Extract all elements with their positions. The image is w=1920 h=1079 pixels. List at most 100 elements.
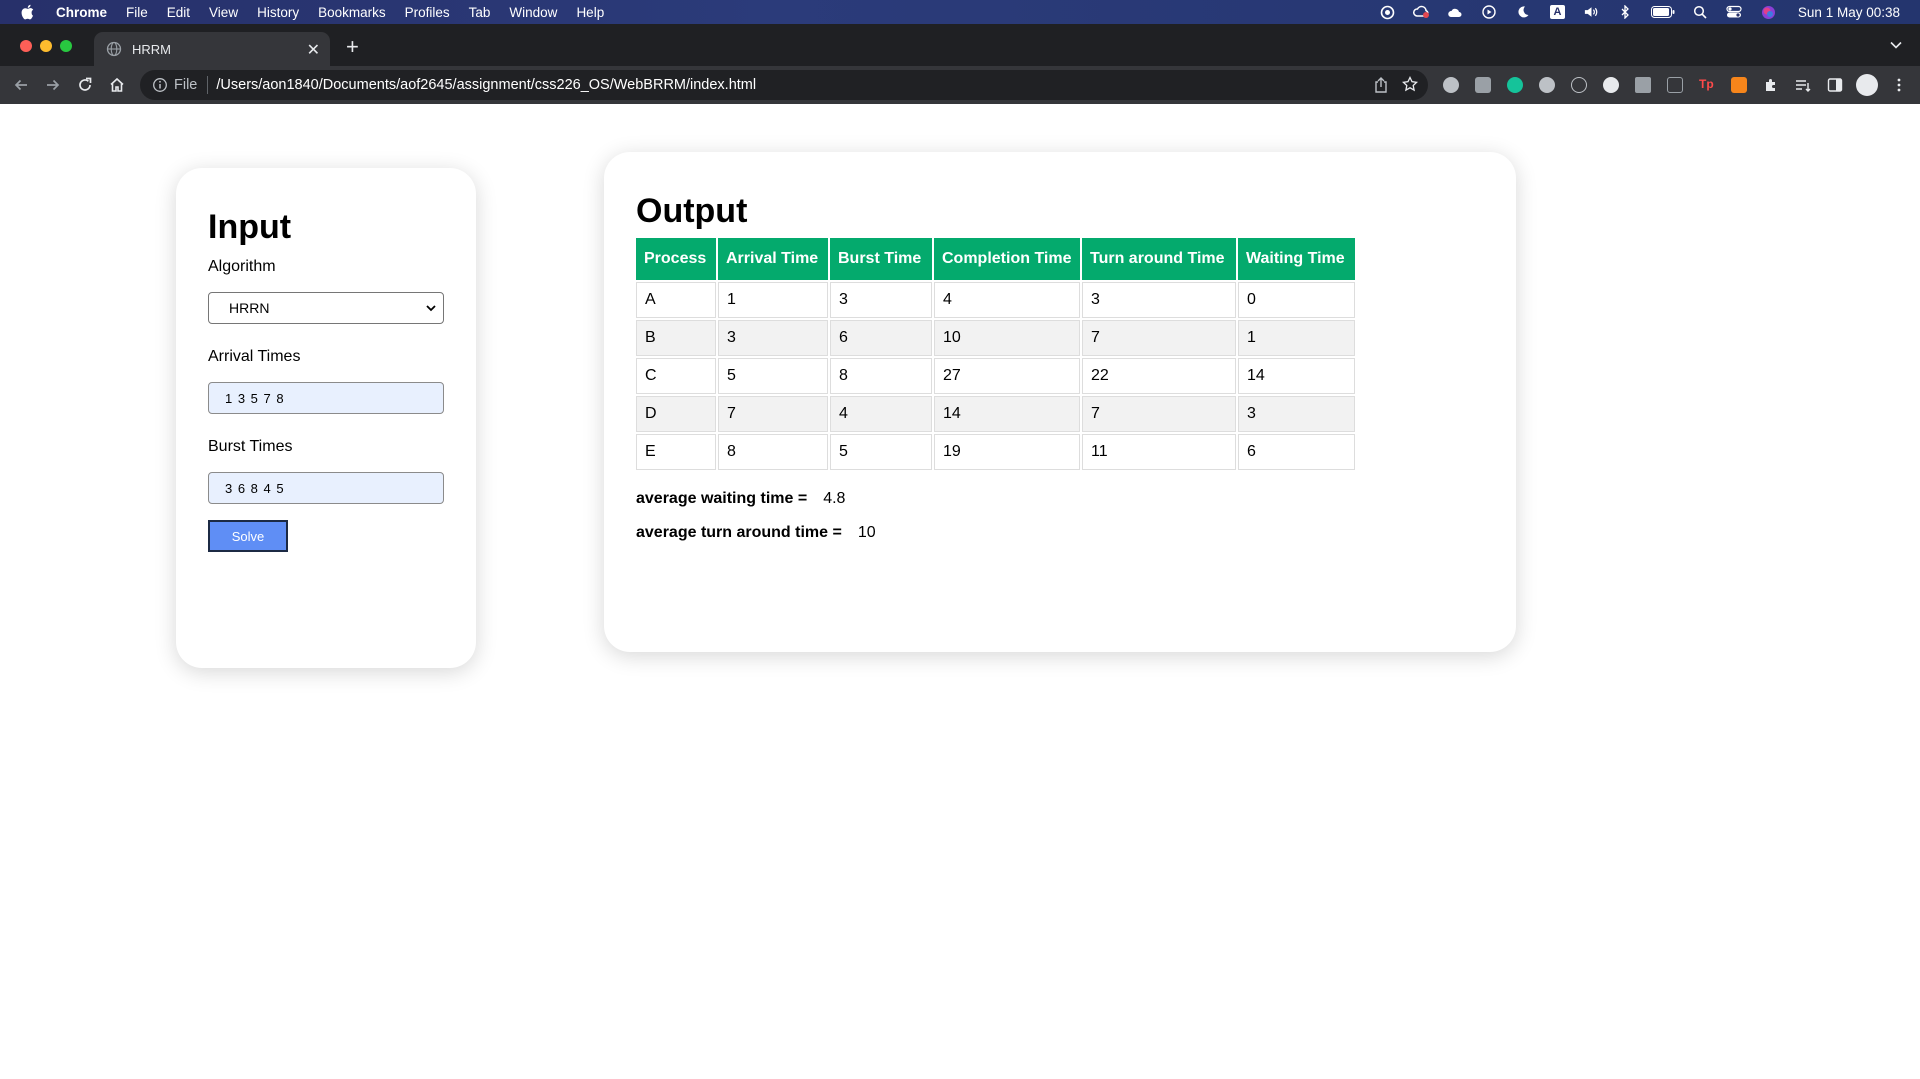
divider: [207, 76, 209, 94]
tab-title: HRRM: [132, 41, 171, 57]
table-header-row: Process Arrival Time Burst Time Completi…: [636, 238, 1355, 280]
solve-button[interactable]: Solve: [208, 520, 288, 552]
table-cell: 27: [934, 358, 1080, 394]
reading-list-icon[interactable]: [1795, 77, 1811, 93]
average-turnaround-value: 10: [857, 524, 876, 541]
siri-icon[interactable]: [1760, 5, 1777, 19]
bluetooth-icon[interactable]: [1617, 5, 1634, 19]
burst-times-label: Burst Times: [208, 438, 293, 455]
window-zoom-button[interactable]: [60, 40, 72, 52]
menu-bookmarks[interactable]: Bookmarks: [318, 5, 386, 20]
extension-icon[interactable]: [1539, 77, 1555, 93]
input-source-icon[interactable]: A: [1549, 5, 1566, 19]
table-row: B 3 6 10 7 1: [636, 320, 1355, 356]
column-header: Process: [636, 238, 716, 280]
table-row: C 5 8 27 22 14: [636, 358, 1355, 394]
menu-profiles[interactable]: Profiles: [405, 5, 450, 20]
column-header: Waiting Time: [1238, 238, 1355, 280]
table-cell: D: [636, 396, 716, 432]
moon-icon[interactable]: [1515, 5, 1532, 19]
side-panel-icon[interactable]: [1827, 77, 1843, 93]
table-cell: 11: [1082, 434, 1236, 470]
info-icon[interactable]: [152, 77, 168, 93]
column-header: Burst Time: [830, 238, 932, 280]
menu-window[interactable]: Window: [509, 5, 557, 20]
menu-help[interactable]: Help: [576, 5, 604, 20]
menubar-clock[interactable]: Sun 1 May 00:38: [1798, 5, 1900, 20]
table-cell: 3: [1238, 396, 1355, 432]
tp-extension-icon[interactable]: Tp: [1699, 77, 1717, 93]
menu-tab[interactable]: Tab: [469, 5, 491, 20]
window-close-button[interactable]: [20, 40, 32, 52]
table-cell: 14: [934, 396, 1080, 432]
extension-icon[interactable]: [1443, 77, 1459, 93]
chevron-down-icon: [425, 301, 437, 317]
table-row: E 8 5 19 11 6: [636, 434, 1355, 470]
control-center-icon[interactable]: [1726, 5, 1743, 19]
table-cell: 5: [718, 358, 828, 394]
menu-file[interactable]: File: [126, 5, 148, 20]
home-icon[interactable]: [107, 75, 127, 95]
table-cell: 8: [718, 434, 828, 470]
results-table: Process Arrival Time Burst Time Completi…: [634, 236, 1357, 472]
average-waiting-label: average waiting time =: [636, 490, 808, 507]
window-extension-icon[interactable]: [1667, 77, 1683, 93]
table-cell: 1: [1238, 320, 1355, 356]
table-row: D 7 4 14 7 3: [636, 396, 1355, 432]
weather-icon[interactable]: [1447, 5, 1464, 19]
share-icon[interactable]: [1374, 77, 1388, 97]
volume-icon[interactable]: [1583, 5, 1600, 19]
play-icon[interactable]: [1481, 5, 1498, 19]
macos-menu-bar: Chrome File Edit View History Bookmarks …: [0, 0, 1920, 24]
address-bar[interactable]: File /Users/aon1840/Documents/aof2645/as…: [140, 70, 1428, 100]
metamask-icon[interactable]: [1731, 77, 1747, 93]
table-cell: 0: [1238, 282, 1355, 318]
new-tab-button[interactable]: +: [346, 36, 359, 58]
average-turnaround-time: average turn around time = 10: [636, 524, 1484, 542]
burst-times-input[interactable]: 3 6 8 4 5: [208, 472, 444, 504]
menu-view[interactable]: View: [209, 5, 238, 20]
page-content: Input Algorithm HRRN Arrival Times 1 3 5…: [0, 104, 1920, 1079]
forward-arrow-icon[interactable]: [43, 75, 63, 95]
chevron-down-icon[interactable]: [1890, 36, 1902, 52]
table-cell: 10: [934, 320, 1080, 356]
url-text[interactable]: /Users/aon1840/Documents/aof2645/assignm…: [216, 77, 756, 93]
back-arrow-icon[interactable]: [11, 75, 31, 95]
kebab-menu-icon[interactable]: [1891, 77, 1907, 93]
average-turnaround-label: average turn around time =: [636, 524, 842, 541]
bookmark-star-icon[interactable]: [1401, 75, 1419, 96]
spotlight-icon[interactable]: [1692, 5, 1709, 19]
output-card: Output Process Arrival Time Burst Time C…: [604, 152, 1516, 652]
apple-icon[interactable]: [20, 4, 36, 20]
focus-icon[interactable]: [1379, 5, 1396, 19]
browser-tab[interactable]: HRRM ✕: [94, 32, 330, 66]
table-row: A 1 3 4 3 0: [636, 282, 1355, 318]
window-minimize-button[interactable]: [40, 40, 52, 52]
battery-icon[interactable]: [1650, 5, 1675, 19]
profile-avatar[interactable]: [1856, 74, 1878, 96]
table-cell: 3: [718, 320, 828, 356]
table-cell: E: [636, 434, 716, 470]
table-cell: 6: [830, 320, 932, 356]
grammarly-icon[interactable]: [1507, 77, 1523, 93]
arrival-times-input[interactable]: 1 3 5 7 8: [208, 382, 444, 414]
puzzle-extensions-icon[interactable]: [1763, 77, 1779, 93]
extension-icon[interactable]: [1603, 77, 1619, 93]
reload-icon[interactable]: [75, 75, 95, 95]
menu-app-name[interactable]: Chrome: [56, 5, 107, 20]
algorithm-select[interactable]: HRRN: [208, 292, 444, 324]
creative-cloud-icon[interactable]: [1412, 5, 1430, 19]
arrival-times-label: Arrival Times: [208, 348, 301, 365]
column-header: Arrival Time: [718, 238, 828, 280]
menu-history[interactable]: History: [257, 5, 299, 20]
facebook-extension-icon[interactable]: [1635, 77, 1651, 93]
tab-close-icon[interactable]: ✕: [307, 40, 320, 60]
table-cell: 3: [830, 282, 932, 318]
output-title: Output: [636, 192, 748, 230]
react-devtools-icon[interactable]: [1571, 77, 1587, 93]
menu-edit[interactable]: Edit: [167, 5, 190, 20]
table-cell: 6: [1238, 434, 1355, 470]
input-card: Input Algorithm HRRN Arrival Times 1 3 5…: [176, 168, 476, 668]
camera-extension-icon[interactable]: [1475, 77, 1491, 93]
table-cell: 14: [1238, 358, 1355, 394]
